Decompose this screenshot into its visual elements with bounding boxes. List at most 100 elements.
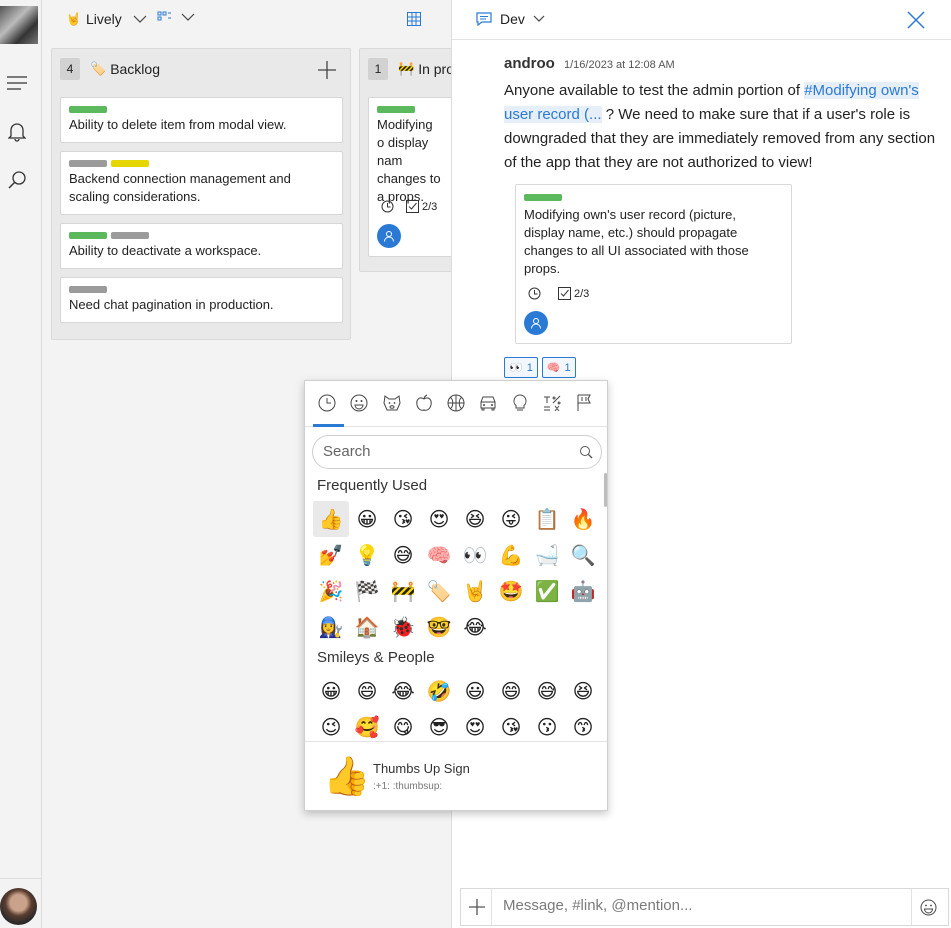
emoji-item[interactable]: 😆 — [565, 673, 601, 709]
reactions: 👀 1 🧠 1 — [504, 357, 576, 378]
emoji-item[interactable]: 😘 — [385, 501, 421, 537]
frequently-used-grid: 👍 😀 😘 😍 😆 😜 📋 🔥 💅 💡 😅 🧠 👀 💪 🛁 🔍 🎉 🏁 🚧 🏷️ 🤘 🤩 ✅ 🤖 👩‍🔧 🏠 🐞 🤓 😂 — [313, 501, 601, 645]
search-icon[interactable] — [4, 167, 30, 193]
emoji-item[interactable]: 😂 — [457, 609, 493, 645]
user-icon — [384, 231, 394, 242]
emoji-item[interactable]: 🐞 — [385, 609, 421, 645]
card[interactable]: Need chat pagination in production. — [60, 277, 343, 323]
emoji-item[interactable]: 😀 — [349, 501, 385, 537]
emoji-item[interactable]: 😅 — [529, 673, 565, 709]
emoji-item[interactable]: 🥰 — [349, 709, 385, 741]
emoji-item[interactable]: 👀 — [457, 537, 493, 573]
menu-icon[interactable] — [4, 70, 30, 96]
emoji-item[interactable]: 😎 — [421, 709, 457, 741]
emoji-item[interactable]: 😍 — [457, 709, 493, 741]
preview-name: Thumbs Up Sign — [373, 761, 470, 776]
emoji-item[interactable]: 😄 — [493, 673, 529, 709]
emoji-item[interactable]: 🎉 — [313, 573, 349, 609]
emoji-item[interactable]: 🤣 — [421, 673, 457, 709]
emoji-item[interactable]: 🤩 — [493, 573, 529, 609]
emoji-item[interactable]: 🔥 — [565, 501, 601, 537]
user-icon — [531, 318, 541, 329]
emoji-item[interactable]: 🔍 — [565, 537, 601, 573]
emoji-item[interactable]: 😀 — [313, 673, 349, 709]
emoji-category-bar — [305, 381, 607, 427]
card-title: Ability to delete item from modal view. — [69, 117, 287, 132]
emoji-item[interactable]: 😜 — [493, 501, 529, 537]
emoji-item[interactable]: 😙 — [565, 709, 601, 741]
message-author[interactable]: androo — [504, 55, 555, 72]
symbols-icon[interactable] — [540, 391, 564, 415]
emoji-item[interactable]: 😍 — [421, 501, 457, 537]
reaction-emoji: 👀 — [509, 362, 523, 374]
food-icon[interactable] — [412, 391, 436, 415]
emoji-item[interactable]: 😉 — [313, 709, 349, 741]
view-select[interactable] — [157, 11, 195, 23]
emoji-button-icon[interactable] — [920, 899, 937, 921]
emoji-item[interactable]: ✅ — [529, 573, 565, 609]
emoji-item[interactable]: 😗 — [529, 709, 565, 741]
column-header: 1 🚧 In pro — [368, 58, 451, 80]
plus-icon[interactable] — [469, 899, 485, 920]
workspace-avatar[interactable] — [0, 6, 38, 44]
active-category-indicator — [313, 424, 344, 427]
add-card-button[interactable] — [318, 61, 336, 84]
objects-icon[interactable] — [508, 391, 532, 415]
emoji-item[interactable]: 😆 — [457, 501, 493, 537]
divider — [911, 889, 912, 925]
table-view-icon[interactable] — [407, 12, 421, 31]
message-composer — [460, 888, 949, 926]
emoji-item[interactable]: 🤘 — [457, 573, 493, 609]
emoji-item[interactable]: 👩‍🔧 — [313, 609, 349, 645]
emoji-item[interactable]: 🤓 — [421, 609, 457, 645]
left-rail — [0, 0, 42, 928]
emoji-item[interactable]: 😂 — [385, 673, 421, 709]
animal-icon[interactable] — [380, 391, 404, 415]
emoji-item[interactable]: 😄 — [349, 673, 385, 709]
message-input[interactable] — [503, 897, 903, 914]
workspace-select[interactable]: 🤘 Lively — [66, 11, 147, 27]
emoji-item[interactable]: 😅 — [385, 537, 421, 573]
column-title: Backlog — [110, 61, 160, 77]
reaction-brain[interactable]: 🧠 1 — [541, 357, 576, 378]
bell-icon[interactable] — [4, 119, 30, 145]
assignee-avatar[interactable] — [524, 311, 548, 335]
workspace-name: Lively — [85, 11, 122, 27]
assignee-avatar[interactable] — [377, 224, 401, 248]
emoji-item[interactable]: 🏁 — [349, 573, 385, 609]
emoji-search — [312, 435, 602, 469]
recent-icon[interactable] — [315, 391, 339, 415]
card[interactable]: Backend connection management and scalin… — [60, 151, 343, 215]
emoji-item[interactable]: 🏷️ — [421, 573, 457, 609]
emoji-item[interactable]: 😘 — [493, 709, 529, 741]
emoji-item[interactable]: 👍 — [313, 501, 349, 537]
reaction-eyes[interactable]: 👀 1 — [504, 357, 538, 378]
card[interactable]: Ability to deactivate a workspace. — [60, 223, 343, 269]
card[interactable]: Modifying o display nam changes to a pro… — [368, 97, 451, 257]
emoji-item[interactable]: 🤖 — [565, 573, 601, 609]
card-label — [69, 232, 107, 239]
emoji-item[interactable]: 😃 — [457, 673, 493, 709]
smiley-icon[interactable] — [347, 391, 371, 415]
embedded-card[interactable]: Modifying own's user record (picture, di… — [515, 184, 792, 344]
activity-icon[interactable] — [444, 391, 468, 415]
emoji-item[interactable]: 💡 — [349, 537, 385, 573]
emoji-item[interactable]: 💪 — [493, 537, 529, 573]
card-label — [377, 106, 415, 113]
emoji-item[interactable]: 🧠 — [421, 537, 457, 573]
travel-icon[interactable] — [476, 391, 500, 415]
scrollbar-thumb[interactable] — [604, 473, 607, 507]
emoji-search-input[interactable] — [323, 443, 563, 460]
emoji-item[interactable]: 📋 — [529, 501, 565, 537]
user-avatar[interactable] — [0, 888, 37, 925]
flags-icon[interactable] — [573, 391, 597, 415]
emoji-item[interactable]: 🚧 — [385, 573, 421, 609]
channel-select[interactable]: Dev — [476, 11, 545, 27]
card[interactable]: Ability to delete item from modal view. — [60, 97, 343, 143]
emoji-item[interactable]: 🛁 — [529, 537, 565, 573]
emoji-item[interactable]: 💅 — [313, 537, 349, 573]
emoji-item[interactable]: 🏠 — [349, 609, 385, 645]
emoji-item[interactable]: 😋 — [385, 709, 421, 741]
close-icon[interactable] — [907, 11, 925, 34]
card-title: Need chat pagination in production. — [69, 297, 274, 312]
